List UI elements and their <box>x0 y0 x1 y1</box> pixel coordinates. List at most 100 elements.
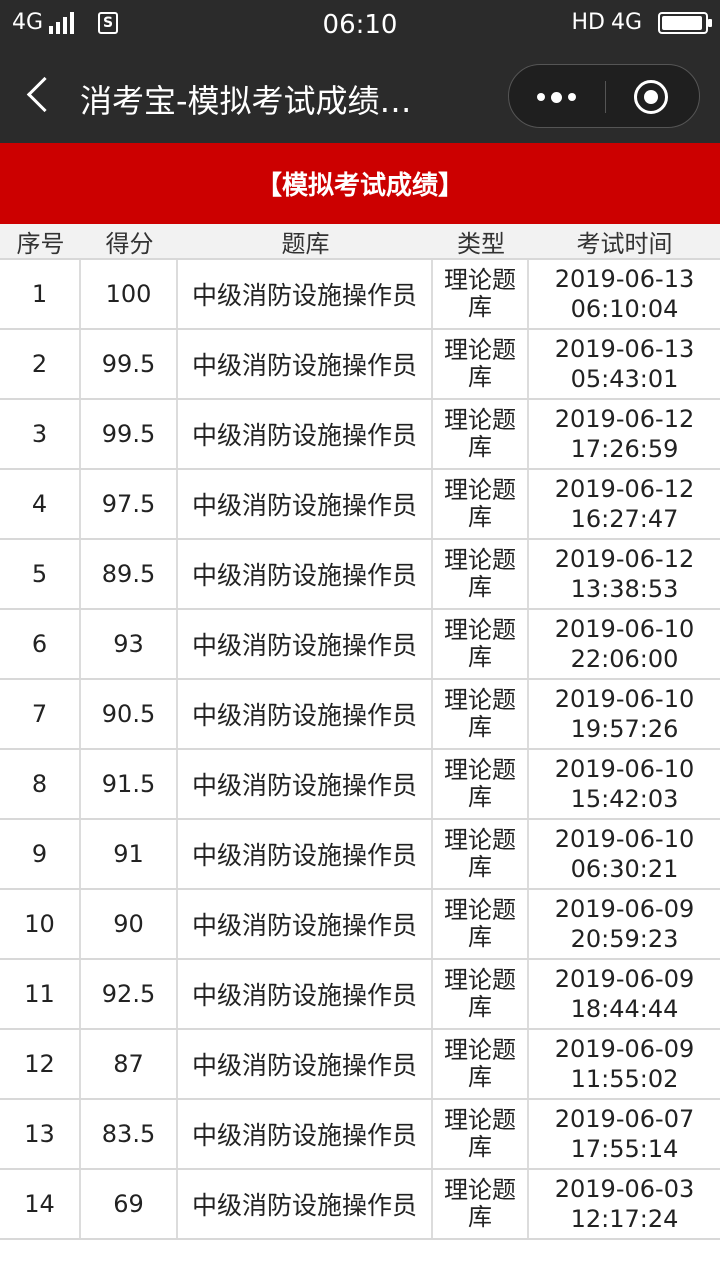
close-icon[interactable] <box>604 65 699 129</box>
row-bank: 中级消防设施操作员 <box>178 330 433 398</box>
column-header-type: 类型 <box>457 229 505 258</box>
row-score: 100 <box>81 260 178 328</box>
row-exam-clock: 06:10:04 <box>570 295 679 323</box>
row-exam-clock: 18:44:44 <box>570 995 679 1023</box>
battery-icon <box>658 11 712 34</box>
table-row[interactable]: 12 87 中级消防设施操作员 理论题库 2019-06-09 11:55:02 <box>0 1030 720 1100</box>
row-number: 10 <box>0 890 81 958</box>
row-number: 9 <box>0 820 81 888</box>
table-row[interactable]: 5 89.5 中级消防设施操作员 理论题库 2019-06-12 13:38:53 <box>0 540 720 610</box>
row-type: 理论题库 <box>433 470 529 538</box>
status-bar: 4G S 06:10 HD 4G <box>0 0 720 50</box>
row-number: 11 <box>0 960 81 1028</box>
row-exam-clock: 17:26:59 <box>570 435 679 463</box>
row-exam-clock: 12:17:24 <box>570 1205 679 1233</box>
row-number: 3 <box>0 400 81 468</box>
section-header: 【模拟考试成绩】 <box>0 143 720 224</box>
row-type: 理论题库 <box>433 1170 529 1238</box>
row-exam-date: 2019-06-10 <box>554 615 695 643</box>
row-score: 91.5 <box>81 750 178 818</box>
row-type: 理论题库 <box>433 540 529 608</box>
column-header-score: 得分 <box>105 229 154 258</box>
table-row[interactable]: 14 69 中级消防设施操作员 理论题库 2019-06-03 12:17:24 <box>0 1170 720 1240</box>
row-number: 4 <box>0 470 81 538</box>
row-type: 理论题库 <box>433 1030 529 1098</box>
table-row[interactable]: 13 83.5 中级消防设施操作员 理论题库 2019-06-07 17:55:14 <box>0 1100 720 1170</box>
row-exam-time: 2019-06-07 17:55:14 <box>529 1100 720 1168</box>
table-row[interactable]: 9 91 中级消防设施操作员 理论题库 2019-06-10 06:30:21 <box>0 820 720 890</box>
row-score: 97.5 <box>81 470 178 538</box>
status-right: HD 4G <box>571 10 712 35</box>
row-bank: 中级消防设施操作员 <box>178 610 433 678</box>
row-score: 90.5 <box>81 680 178 748</box>
row-exam-date: 2019-06-09 <box>554 965 695 993</box>
row-exam-clock: 17:55:14 <box>570 1135 679 1163</box>
table-row[interactable]: 10 90 中级消防设施操作员 理论题库 2019-06-09 20:59:23 <box>0 890 720 960</box>
row-type: 理论题库 <box>433 330 529 398</box>
row-exam-time: 2019-06-03 12:17:24 <box>529 1170 720 1238</box>
row-type: 理论题库 <box>433 750 529 818</box>
row-exam-clock: 20:59:23 <box>570 925 679 953</box>
row-bank: 中级消防设施操作员 <box>178 1030 433 1098</box>
page-title: 消考宝-模拟考试成绩… <box>80 82 412 120</box>
row-exam-date: 2019-06-10 <box>554 755 695 783</box>
row-exam-date: 2019-06-13 <box>554 335 695 363</box>
table-row[interactable]: 11 92.5 中级消防设施操作员 理论题库 2019-06-09 18:44:44 <box>0 960 720 1030</box>
row-bank: 中级消防设施操作员 <box>178 680 433 748</box>
row-score: 93 <box>81 610 178 678</box>
row-score: 92.5 <box>81 960 178 1028</box>
row-type: 理论题库 <box>433 960 529 1028</box>
row-bank: 中级消防设施操作员 <box>178 260 433 328</box>
column-header-bank: 题库 <box>281 229 330 258</box>
table-body: 1 100 中级消防设施操作员 理论题库 2019-06-13 06:10:04 2 99.5… <box>0 260 720 1240</box>
row-bank: 中级消防设施操作员 <box>178 1100 433 1168</box>
row-exam-date: 2019-06-09 <box>554 1035 695 1063</box>
nav-bar: 消考宝-模拟考试成绩… <box>0 50 720 143</box>
table-row[interactable]: 1 100 中级消防设施操作员 理论题库 2019-06-13 06:10:04 <box>0 260 720 330</box>
row-type: 理论题库 <box>433 820 529 888</box>
row-number: 2 <box>0 330 81 398</box>
row-exam-time: 2019-06-13 06:10:04 <box>529 260 720 328</box>
row-score: 83.5 <box>81 1100 178 1168</box>
row-exam-clock: 19:57:26 <box>570 715 679 743</box>
network-right-label: 4G <box>610 10 642 35</box>
battery-fill <box>662 15 702 30</box>
row-exam-date: 2019-06-12 <box>554 475 695 503</box>
row-bank: 中级消防设施操作员 <box>178 820 433 888</box>
row-exam-date: 2019-06-10 <box>554 825 695 853</box>
hd-label: HD <box>571 10 605 35</box>
row-type: 理论题库 <box>433 1100 529 1168</box>
row-exam-clock: 16:27:47 <box>570 505 679 533</box>
table-row[interactable]: 4 97.5 中级消防设施操作员 理论题库 2019-06-12 16:27:47 <box>0 470 720 540</box>
row-exam-date: 2019-06-12 <box>554 405 695 433</box>
table-row[interactable]: 7 90.5 中级消防设施操作员 理论题库 2019-06-10 19:57:26 <box>0 680 720 750</box>
row-exam-time: 2019-06-13 05:43:01 <box>529 330 720 398</box>
row-number: 6 <box>0 610 81 678</box>
row-exam-date: 2019-06-09 <box>554 895 695 923</box>
table-row[interactable]: 8 91.5 中级消防设施操作员 理论题库 2019-06-10 15:42:03 <box>0 750 720 820</box>
row-type: 理论题库 <box>433 400 529 468</box>
row-score: 89.5 <box>81 540 178 608</box>
row-number: 5 <box>0 540 81 608</box>
row-score: 91 <box>81 820 178 888</box>
table-row[interactable]: 2 99.5 中级消防设施操作员 理论题库 2019-06-13 05:43:01 <box>0 330 720 400</box>
row-score: 99.5 <box>81 330 178 398</box>
row-exam-date: 2019-06-12 <box>554 545 695 573</box>
back-icon[interactable] <box>22 76 62 116</box>
more-icon[interactable] <box>509 65 604 129</box>
row-exam-clock: 11:55:02 <box>570 1065 679 1093</box>
row-bank: 中级消防设施操作员 <box>178 890 433 958</box>
row-exam-time: 2019-06-10 06:30:21 <box>529 820 720 888</box>
row-exam-date: 2019-06-10 <box>554 685 695 713</box>
mini-program-capsule <box>508 64 700 128</box>
row-type: 理论题库 <box>433 610 529 678</box>
row-exam-clock: 13:38:53 <box>570 575 679 603</box>
row-bank: 中级消防设施操作员 <box>178 540 433 608</box>
table-row[interactable]: 3 99.5 中级消防设施操作员 理论题库 2019-06-12 17:26:59 <box>0 400 720 470</box>
row-bank: 中级消防设施操作员 <box>178 750 433 818</box>
score-table: 序号 得分 题库 类型 考试时间 1 100 中级消防设施操作员 理论题库 2019-0… <box>0 224 720 1240</box>
row-bank: 中级消防设施操作员 <box>178 400 433 468</box>
table-row[interactable]: 6 93 中级消防设施操作员 理论题库 2019-06-10 22:06:00 <box>0 610 720 680</box>
table-header-row: 序号 得分 题库 类型 考试时间 <box>0 224 720 260</box>
row-score: 99.5 <box>81 400 178 468</box>
